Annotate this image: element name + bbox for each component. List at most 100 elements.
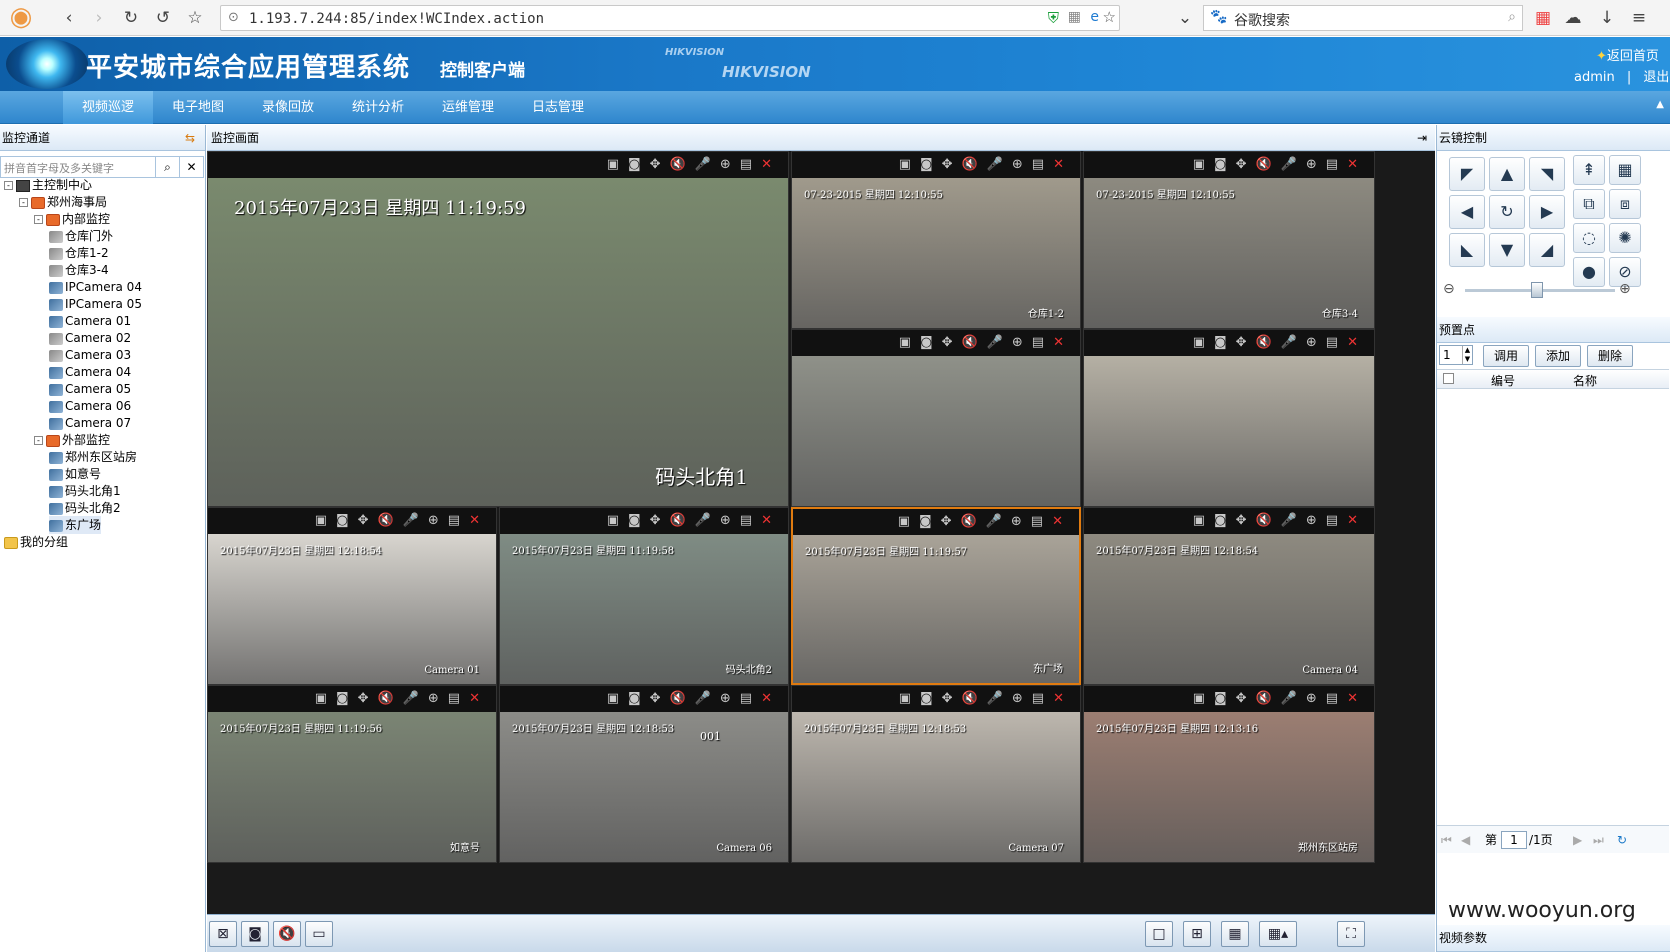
video-pane[interactable]: ▣ ◙ ✥ 🔇 🎤 ⊕ ▤ ✕ 2015年07月23日 星期四 11:19:59 码头北角1 bbox=[207, 151, 789, 507]
tree-node[interactable]: 我的分组 bbox=[4, 533, 68, 551]
close-pane-icon[interactable]: ✕ bbox=[1347, 152, 1358, 178]
ptz-up-left-button[interactable]: ◤ bbox=[1449, 157, 1485, 191]
tree-node[interactable]: 郑州东区站房 bbox=[49, 448, 137, 466]
talk-icon[interactable]: 🎤 bbox=[987, 686, 1003, 712]
stream-icon[interactable]: ▤ bbox=[1032, 686, 1044, 712]
talk-icon[interactable]: 🎤 bbox=[403, 686, 419, 712]
collapse-icon[interactable]: ▲ bbox=[1656, 99, 1664, 110]
preset-number-input[interactable]: 1 ▲ ▼ bbox=[1439, 345, 1473, 365]
snapshot-icon[interactable]: ◙ bbox=[628, 686, 641, 712]
zoom-icon[interactable]: ⊕ bbox=[428, 686, 439, 712]
tree-node[interactable]: - 外部监控 bbox=[34, 431, 110, 449]
snapshot-icon[interactable]: ◙ bbox=[1214, 508, 1227, 534]
apps-icon[interactable]: ▦ bbox=[1532, 7, 1554, 29]
mute-icon[interactable]: 🔇 bbox=[378, 508, 394, 534]
tree-node[interactable]: Camera 02 bbox=[49, 329, 131, 347]
ptz-icon[interactable]: ✥ bbox=[942, 152, 953, 178]
stream-icon[interactable]: ▤ bbox=[448, 686, 460, 712]
clear-icon[interactable]: ✕ bbox=[179, 157, 203, 177]
menu-emap[interactable]: 电子地图 bbox=[153, 91, 243, 124]
menu-statistics[interactable]: 统计分析 bbox=[333, 91, 423, 124]
video-pane[interactable]: ▣ ◙ ✥ 🔇 🎤 ⊕ ▤ ✕ 07-23-2015 星期四 12:10:55 仓库1-2 bbox=[791, 151, 1081, 329]
download-icon[interactable]: ↓ bbox=[1596, 7, 1618, 29]
expand-toggle-icon[interactable]: - bbox=[4, 181, 13, 190]
video-pane[interactable]: ▣ ◙ ✥ 🔇 🎤 ⊕ ▤ ✕ 2015年07月23日 星期四 11:19:56 如意号 bbox=[207, 685, 497, 863]
stream-icon[interactable]: ▤ bbox=[1032, 330, 1044, 356]
ptz-down-left-button[interactable]: ◣ bbox=[1449, 233, 1485, 267]
iris-open-icon[interactable]: ◌ bbox=[1573, 223, 1605, 253]
close-pane-icon[interactable]: ✕ bbox=[469, 686, 480, 712]
stepper-icon[interactable]: ▲ ▼ bbox=[1462, 346, 1472, 364]
snapshot-icon[interactable]: ◙ bbox=[920, 152, 933, 178]
zoom-icon[interactable]: ⊕ bbox=[1012, 330, 1023, 356]
ptz-down-button[interactable]: ▼ bbox=[1489, 233, 1525, 267]
search-icon[interactable]: ⌕ bbox=[1508, 9, 1516, 25]
prev-page-icon[interactable]: ◀ bbox=[1461, 826, 1470, 854]
snapshot-icon[interactable]: ◙ bbox=[1214, 686, 1227, 712]
tree-node[interactable]: Camera 07 bbox=[49, 414, 131, 432]
tree-node[interactable]: - 郑州海事局 bbox=[19, 193, 107, 211]
ptz-icon[interactable]: ✥ bbox=[941, 509, 952, 535]
logout-link[interactable]: 退出 bbox=[1643, 70, 1669, 85]
talk-icon[interactable]: 🎤 bbox=[695, 508, 711, 534]
tree-node[interactable]: 仓库门外 bbox=[49, 227, 113, 245]
bookmark-star-icon[interactable]: ☆ bbox=[184, 7, 206, 29]
tree-node[interactable]: Camera 03 bbox=[49, 346, 131, 364]
next-page-icon[interactable]: ▶ bbox=[1573, 826, 1582, 854]
stream-icon[interactable]: ▤ bbox=[740, 508, 752, 534]
tree-node[interactable]: Camera 01 bbox=[49, 312, 131, 330]
talk-icon[interactable]: 🎤 bbox=[1281, 330, 1297, 356]
back-icon[interactable]: ‹ bbox=[58, 7, 80, 29]
light-icon[interactable]: ● bbox=[1573, 257, 1605, 287]
video-pane[interactable]: ▣ ◙ ✥ 🔇 🎤 ⊕ ▤ ✕ 07-23-2015 星期四 12:10:55 仓库3-4 bbox=[1083, 151, 1375, 329]
stream-icon[interactable]: ▤ bbox=[1032, 152, 1044, 178]
layout-9-button[interactable]: ▦ bbox=[1221, 921, 1249, 947]
snapshot-icon[interactable]: ◙ bbox=[628, 152, 641, 178]
video-pane[interactable]: ▣ ◙ ✥ 🔇 🎤 ⊕ ▤ ✕ bbox=[1083, 329, 1375, 507]
speed-slider-handle[interactable] bbox=[1531, 282, 1543, 298]
tree-node[interactable]: - 主控制中心 bbox=[4, 176, 92, 194]
fullscreen-button[interactable]: ⛶ bbox=[1337, 921, 1365, 947]
close-pane-icon[interactable]: ✕ bbox=[469, 508, 480, 534]
speed-plus-icon[interactable]: ⊕ bbox=[1619, 281, 1631, 297]
tree-node[interactable]: 东广场 bbox=[49, 516, 102, 534]
zoom-in-icon[interactable]: ⇞ bbox=[1573, 155, 1605, 185]
video-pane[interactable]: ▣ ◙ ✥ 🔇 🎤 ⊕ ▤ ✕ 2015年07月23日 星期四 11:19:58 码头北角2 bbox=[499, 507, 789, 685]
ptz-icon[interactable]: ✥ bbox=[650, 152, 661, 178]
ptz-icon[interactable]: ✥ bbox=[650, 508, 661, 534]
video-pane[interactable]: ▣ ◙ ✥ 🔇 🎤 ⊕ ▤ ✕ 2015年07月23日 星期四 11:19:57 东广场 bbox=[791, 507, 1081, 685]
talk-icon[interactable]: 🎤 bbox=[987, 152, 1003, 178]
ptz-icon[interactable]: ✥ bbox=[1236, 508, 1247, 534]
menu-playback[interactable]: 录像回放 bbox=[243, 91, 333, 124]
zoom-icon[interactable]: ⊕ bbox=[1012, 152, 1023, 178]
record-icon[interactable]: ▣ bbox=[899, 686, 911, 712]
tree-node[interactable]: 仓库1-2 bbox=[49, 244, 109, 262]
record-icon[interactable]: ▣ bbox=[898, 509, 910, 535]
dropdown-icon[interactable]: ⌄ bbox=[1174, 7, 1196, 29]
stop-all-button[interactable]: ⊠ bbox=[209, 921, 237, 947]
ptz-right-button[interactable]: ▶ bbox=[1529, 195, 1565, 229]
record-icon[interactable]: ▣ bbox=[315, 686, 327, 712]
switch-icon[interactable]: ⇆ bbox=[185, 125, 195, 151]
stream-icon[interactable]: ▤ bbox=[1326, 686, 1338, 712]
speed-minus-icon[interactable]: ⊖ bbox=[1443, 281, 1455, 297]
tree-node[interactable]: Camera 05 bbox=[49, 380, 131, 398]
layout-16-button[interactable]: ▦▴ bbox=[1259, 921, 1297, 947]
talk-icon[interactable]: 🎤 bbox=[1281, 686, 1297, 712]
record-icon[interactable]: ▣ bbox=[899, 152, 911, 178]
tree-node[interactable]: Camera 06 bbox=[49, 397, 131, 415]
stream-icon[interactable]: ▤ bbox=[1326, 508, 1338, 534]
mute-icon[interactable]: 🔇 bbox=[1256, 686, 1272, 712]
close-pane-icon[interactable]: ✕ bbox=[761, 686, 772, 712]
mute-icon[interactable]: 🔇 bbox=[670, 686, 686, 712]
mute-icon[interactable]: 🔇 bbox=[962, 330, 978, 356]
tree-node[interactable]: 如意号 bbox=[49, 465, 101, 483]
layout-4-button[interactable]: ⊞ bbox=[1183, 921, 1211, 947]
select-all-checkbox[interactable] bbox=[1443, 373, 1454, 384]
zoom-icon[interactable]: ⊕ bbox=[720, 686, 731, 712]
ptz-icon[interactable]: ✥ bbox=[1236, 152, 1247, 178]
stream-icon[interactable]: ▤ bbox=[448, 508, 460, 534]
snapshot-icon[interactable]: ◙ bbox=[1214, 330, 1227, 356]
talk-icon[interactable]: 🎤 bbox=[987, 330, 1003, 356]
video-pane[interactable]: ▣ ◙ ✥ 🔇 🎤 ⊕ ▤ ✕ 2015年07月23日 星期四 12:18:53 Camera 0… bbox=[791, 685, 1081, 863]
